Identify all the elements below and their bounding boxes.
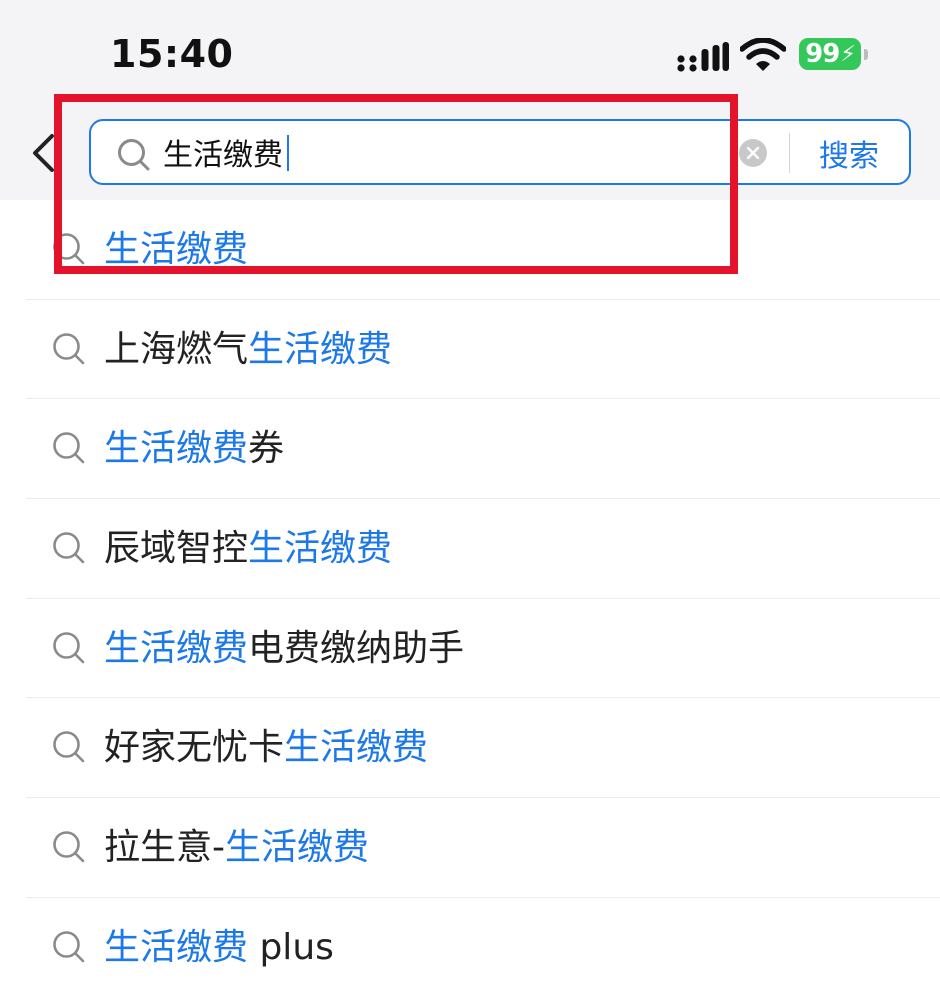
back-chevron-icon[interactable] <box>28 132 58 174</box>
cellular-signal-icon <box>677 42 729 72</box>
suggestion-item[interactable]: 拉生意-生活缴费 <box>0 798 940 898</box>
matched-keyword: 生活缴费 <box>104 926 249 968</box>
battery-percentage: 99 <box>805 39 840 69</box>
suggestion-text: 生活缴费 plus <box>104 926 334 970</box>
search-icon <box>53 532 85 564</box>
clear-icon <box>746 146 760 160</box>
suggestion-text: 生活缴费 <box>104 228 248 272</box>
matched-keyword: 生活缴费 <box>248 328 393 370</box>
search-icon <box>53 831 85 863</box>
search-icon <box>53 233 85 265</box>
charging-bolt-icon: ⚡ <box>840 41 855 67</box>
suggestion-text-part: 拉生意- <box>104 827 225 869</box>
battery-tip <box>864 49 868 60</box>
search-icon <box>118 139 150 171</box>
matched-keyword: 生活缴费 <box>284 727 429 769</box>
search-icon <box>53 432 85 464</box>
suggestion-text-part: 券 <box>248 428 285 470</box>
suggestion-item[interactable]: 辰域智控生活缴费 <box>0 499 940 599</box>
search-icon <box>53 931 85 963</box>
suggestion-list: 生活缴费 上海燃气生活缴费 生活缴费券 辰域智控生活缴费 生活缴费电费缴纳助手 好家无忧卡… <box>0 200 940 998</box>
suggestion-text: 生活缴费电费缴纳助手 <box>104 627 464 671</box>
search-button[interactable]: 搜索 <box>803 131 895 175</box>
suggestion-text-part: 电费缴纳助手 <box>248 627 465 669</box>
suggestion-text-part: 上海燃气 <box>104 328 249 370</box>
search-divider <box>789 133 790 173</box>
matched-keyword: 生活缴费 <box>104 428 249 470</box>
suggestion-text: 生活缴费券 <box>104 427 284 471</box>
matched-keyword: 生活缴费 <box>104 627 249 669</box>
suggestion-item[interactable]: 生活缴费 <box>0 200 940 300</box>
suggestion-text: 辰域智控生活缴费 <box>104 527 392 571</box>
suggestion-text: 好家无忧卡生活缴费 <box>104 726 428 770</box>
suggestion-item[interactable]: 好家无忧卡生活缴费 <box>0 698 940 799</box>
status-time: 15:40 <box>110 32 234 76</box>
suggestion-item[interactable]: 上海燃气生活缴费 <box>0 300 940 400</box>
search-icon <box>53 631 85 664</box>
search-icon <box>53 731 85 763</box>
suggestion-text-part: 辰域智控 <box>104 528 249 570</box>
search-bar[interactable]: 搜索 <box>89 119 911 185</box>
search-icon <box>53 332 85 364</box>
text-cursor <box>287 135 289 171</box>
matched-keyword: 生活缴费 <box>248 528 393 570</box>
battery-level: 99 ⚡ <box>799 38 861 70</box>
suggestion-item[interactable]: 生活缴费券 <box>0 399 940 500</box>
matched-keyword: 生活缴费 <box>104 229 249 270</box>
suggestion-text: 上海燃气生活缴费 <box>104 328 392 372</box>
suggestion-text-part: plus <box>248 926 334 968</box>
suggestion-text-part: 好家无忧卡 <box>104 727 285 769</box>
suggestion-text: 拉生意-生活缴费 <box>104 826 369 870</box>
suggestion-item[interactable]: 生活缴费 plus <box>0 898 940 998</box>
suggestion-item[interactable]: 生活缴费电费缴纳助手 <box>0 599 940 699</box>
clear-button[interactable] <box>739 139 767 167</box>
matched-keyword: 生活缴费 <box>225 827 370 869</box>
search-input[interactable] <box>163 129 723 175</box>
wifi-icon <box>740 38 786 71</box>
battery-indicator: 99 ⚡ <box>799 38 871 72</box>
